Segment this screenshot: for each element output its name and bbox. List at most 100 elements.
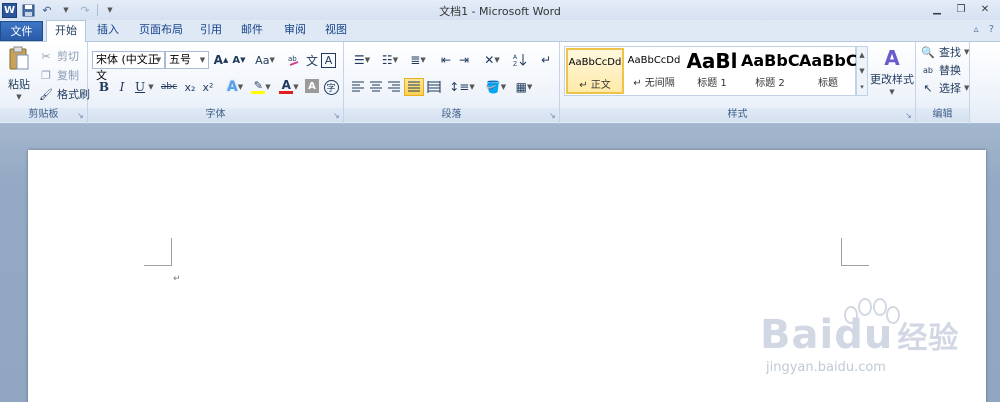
grow-font-button[interactable]: A ▲ (211, 51, 231, 69)
sort-icon[interactable]: AZ (510, 51, 530, 69)
strikethrough-button[interactable]: abc (158, 78, 180, 96)
editing-group: 🔍 查找 ▼ ab 替换 ↖ 选择 ▼ 编辑 (916, 42, 970, 124)
justify-icon[interactable] (404, 78, 424, 96)
style-no-spacing[interactable]: AaBbCcDd ↵ 无间隔 (625, 48, 683, 94)
change-case-button[interactable]: Aa ▼ (252, 51, 278, 69)
change-case-icon: Aa (255, 53, 270, 67)
pinyin-guide-button[interactable]: 文 (302, 51, 322, 69)
help-icon[interactable]: ? (989, 24, 994, 35)
superscript-icon: x² (202, 80, 214, 94)
distributed-align-icon[interactable] (424, 78, 444, 96)
superscript-button[interactable]: x² (198, 78, 218, 96)
paragraph-dialog-launcher-icon[interactable]: ↘ (549, 112, 557, 120)
style-normal[interactable]: AaBbCcDd ↵ 正文 (566, 48, 624, 94)
close-icon[interactable]: ✕ (974, 1, 996, 17)
change-styles-label: 更改样式 (870, 73, 914, 86)
style-sample: AaBbCcDd (627, 55, 681, 66)
tab-insert[interactable]: 插入 (88, 20, 128, 42)
svg-text:A: A (513, 54, 518, 61)
decrease-indent-icon[interactable]: ⇤ (436, 51, 456, 69)
tab-page-layout[interactable]: 页面布局 (132, 20, 190, 42)
styles-dialog-launcher-icon[interactable]: ↘ (905, 112, 913, 120)
shading-button[interactable]: 🪣 ▼ (482, 78, 510, 96)
paragraph-mark: ↵ (173, 274, 181, 284)
select-button[interactable]: ↖ 选择 ▼ (920, 80, 969, 96)
style-heading-2[interactable]: AaBbC 标题 2 (741, 48, 799, 94)
font-dialog-launcher-icon[interactable]: ↘ (333, 112, 341, 120)
font-size-value: 五号 (169, 53, 191, 66)
text-highlight-button[interactable]: ✎ ▼ (248, 78, 274, 96)
ribbon-tabs: 文件 开始 插入 页面布局 引用 邮件 审阅 视图 ▵ ? (0, 20, 1000, 43)
style-name: ↵ 无间隔 (633, 78, 675, 89)
italic-button[interactable]: I (112, 78, 132, 96)
cut-label: 剪切 (57, 50, 79, 63)
align-right-icon[interactable] (384, 78, 404, 96)
bold-button[interactable]: B (94, 78, 114, 96)
clipboard-dialog-launcher-icon[interactable]: ↘ (77, 112, 85, 120)
increase-indent-icon[interactable]: ⇥ (454, 51, 474, 69)
change-styles-button[interactable]: A 更改样式 ▼ (870, 46, 914, 96)
scroll-down-icon[interactable]: ▼ (859, 67, 864, 75)
styles-gallery-scroll: ▲ ▼ ▾ (856, 46, 868, 96)
align-left-icon[interactable] (348, 78, 368, 96)
tab-home[interactable]: 开始 (46, 20, 86, 43)
restore-icon[interactable]: ❐ (950, 1, 972, 17)
tab-mailings[interactable]: 邮件 (233, 20, 271, 42)
subscript-icon: x₂ (184, 80, 196, 94)
font-color-button[interactable]: A ▼ (276, 78, 302, 96)
paste-dropdown-icon[interactable]: ▼ (16, 93, 21, 101)
character-border-button[interactable]: A (321, 53, 336, 68)
style-sample: AaBbC (741, 51, 799, 70)
multilevel-list-button[interactable]: ≣ ▼ (404, 51, 432, 69)
align-center-icon[interactable] (366, 78, 386, 96)
minimize-ribbon-icon[interactable]: ▵ (974, 24, 979, 35)
copy-button[interactable]: ❐ 复制 (38, 67, 79, 83)
paste-button[interactable]: 粘贴 ▼ (4, 46, 34, 101)
tab-file[interactable]: 文件 (0, 21, 43, 41)
editing-group-label: 编辑 (916, 108, 969, 122)
enclose-characters-button[interactable]: 字 (321, 78, 341, 96)
style-heading-1[interactable]: AaBl 标题 1 (683, 48, 741, 94)
font-name-combobox[interactable]: 宋体 (中文正文 ▼ (92, 51, 165, 82)
borders-button[interactable]: ▦ ▼ (510, 78, 538, 96)
baidu-watermark-logo: Baidu 经验 jingyan.baidu.com (760, 298, 980, 388)
title-bar: W ↶ ▼ ↷ ▼ 文档1 - Microsoft Word ▁ ❐ ✕ (0, 0, 1000, 20)
find-button[interactable]: 🔍 查找 ▼ (920, 44, 969, 60)
styles-gallery: AaBbCcDd ↵ 正文 AaBbCcDd ↵ 无间隔 AaBl 标题 1 A… (564, 46, 857, 96)
tab-references[interactable]: 引用 (192, 20, 230, 42)
style-name: 标题 (818, 78, 838, 89)
style-title[interactable]: AaBbC 标题 (799, 48, 857, 94)
chinese-layout-button[interactable]: ✕ ▼ (478, 51, 506, 69)
select-dropdown-icon: ▼ (964, 84, 970, 92)
text-effects-icon: A (226, 79, 238, 95)
style-sample: AaBbCcDd (568, 57, 622, 68)
change-styles-icon: A (884, 46, 900, 70)
tab-review[interactable]: 审阅 (276, 20, 314, 42)
tab-view[interactable]: 视图 (317, 20, 355, 42)
paint-bucket-icon: 🪣 (485, 80, 501, 94)
text-effects-button[interactable]: A ▼ (222, 78, 248, 96)
cut-button[interactable]: ✂ 剪切 (38, 48, 79, 64)
line-spacing-button[interactable]: ↕≡ ▼ (448, 78, 476, 96)
expand-gallery-icon[interactable]: ▾ (860, 83, 864, 91)
replace-button[interactable]: ab 替换 (920, 62, 961, 78)
font-size-combobox[interactable]: 五号 ▼ (165, 51, 209, 69)
format-painter-button[interactable]: 🖌 格式刷 (38, 86, 90, 102)
character-shading-button[interactable]: A (305, 79, 319, 93)
highlighter-icon: ✎ (251, 80, 266, 94)
font-name-dropdown-icon[interactable]: ▼ (153, 52, 164, 68)
scroll-up-icon[interactable]: ▲ (859, 51, 864, 59)
subscript-button[interactable]: x₂ (180, 78, 200, 96)
font-size-dropdown-icon[interactable]: ▼ (197, 52, 208, 68)
paragraph-group: ☰ ▼ ☷ ▼ ≣ ▼ ⇤ ⇥ ✕ ▼ AZ ↵ ↕≡ ▼ 🪣 ▼ ▦ ▼ 段落 ↘ (344, 42, 560, 124)
underline-dropdown-icon[interactable]: ▼ (146, 78, 156, 96)
bullets-button[interactable]: ☰ ▼ (348, 51, 376, 69)
borders-icon: ▦ (515, 80, 527, 94)
numbering-button[interactable]: ☷ ▼ (376, 51, 404, 69)
shrink-font-button[interactable]: A ▼ (229, 51, 249, 69)
ribbon-right-controls: ▵ ? (974, 24, 994, 35)
select-label: 选择 (939, 82, 961, 95)
minimize-icon[interactable]: ▁ (926, 1, 948, 17)
show-hide-marks-icon[interactable]: ↵ (536, 51, 556, 69)
clear-formatting-icon[interactable]: ab (284, 51, 304, 69)
